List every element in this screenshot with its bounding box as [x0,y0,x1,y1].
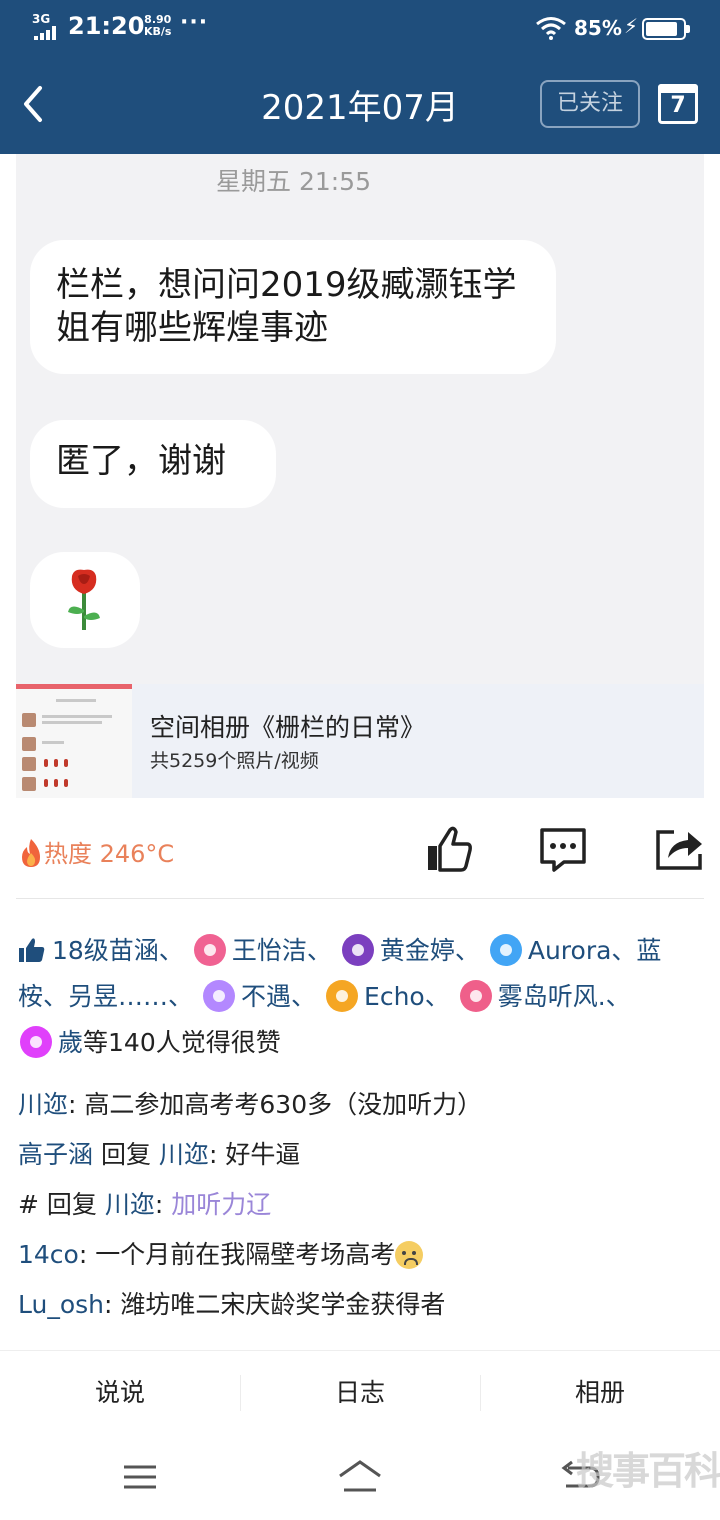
calendar-icon[interactable]: 7 [658,84,698,124]
comment-separator: : [104,1290,121,1319]
laugh-emoji-icon [395,1241,424,1269]
comment-separator: : [154,1190,172,1219]
comment-text: 潍坊唯二宋庆龄奖学金获得者 [120,1290,446,1319]
watermark-logo: 搜事百科 [576,1449,720,1493]
liker-avatar [459,980,492,1012]
chat-timestamp: 星期五 21:55 [216,167,371,196]
top-bar: 3G 21:20 8.90 KB/s ··· 85% ⚡ 2021年07月 已关… [0,0,720,154]
battery-icon [642,18,690,40]
comment-separator: : [78,1240,96,1269]
album-link-card[interactable]: 空间相册《栅栏的日常》 共5259个照片/视频 [16,684,704,798]
tab-blog[interactable]: 日志 [240,1351,480,1435]
follow-button[interactable]: 已关注 [540,80,640,128]
signal-icon [34,26,62,40]
liker-name[interactable]: 黄金婷、 [380,936,480,965]
liker-name[interactable]: 王怡洁、 [232,936,332,965]
chat-bubble-anonymous: 匿了，谢谢 [30,420,276,508]
liker-avatar [203,980,236,1012]
thumb-up-icon [19,938,45,962]
liker-avatar [341,934,374,966]
liker-name[interactable]: 不遇、 [241,982,316,1011]
share-icon[interactable] [654,824,704,874]
liker-avatar [326,980,359,1012]
clock: 21:20 [68,12,145,40]
comment-author[interactable]: 高子涵 [18,1140,93,1169]
heat-label: 热度 246°C [44,840,175,868]
comment-item[interactable]: Lu_osh: 潍坊唯二宋庆龄奖学金获得者 [18,1280,704,1330]
liker-name[interactable]: 雾岛听风.、 [498,982,631,1011]
status-bar: 3G 21:20 8.90 KB/s ··· 85% ⚡ [0,0,720,56]
wifi-icon [536,17,566,40]
like-icon[interactable] [424,824,474,874]
post-image-chat-screenshot[interactable]: 星期五 21:55 栏栏，想问问2019级臧灏钰学姐有哪些辉煌事迹 匿了，谢谢 [16,154,704,684]
liker-name[interactable]: 18级苗涵、 [52,936,184,965]
liker-avatar [193,934,226,966]
comment-separator: : [208,1140,226,1169]
comment-item[interactable]: # 回复 川迩: 加听力辽 [18,1180,704,1230]
home-icon[interactable] [336,1458,384,1494]
more-notifications-icon: ··· [180,10,209,35]
comment-icon[interactable] [538,824,588,874]
tab-album[interactable]: 相册 [480,1351,720,1435]
comment-text: 高二参加高考考630多（没加听力） [84,1090,483,1119]
chat-bubble-rose [30,552,140,648]
charging-icon: ⚡ [624,14,639,38]
bottom-tab-bar: 说说 日志 相册 [0,1350,720,1434]
comment-item[interactable]: 14co: 一个月前在我隔壁考场高考 [18,1230,704,1280]
divider [16,898,704,899]
likes-list: 18级苗涵、 王怡洁、 黄金婷、 Aurora、蓝桉、叧昱……、 不遇、 Echo、 雾岛听… [18,928,704,1066]
comment-text: 一个月前在我隔壁考场高考 [95,1240,396,1269]
rose-icon [68,569,100,630]
reply-word: 回复 [93,1140,159,1169]
album-count: 共5259个照片/视频 [150,750,319,772]
comment-author[interactable]: Lu_osh [18,1290,104,1319]
comment-author[interactable]: # [18,1190,39,1219]
comment-text: 加听力辽 [171,1190,272,1219]
liker-name[interactable]: 歲 [58,1028,83,1057]
album-thumbnail [16,684,132,798]
battery-fill [646,22,677,36]
comment-author[interactable]: 14co [18,1240,79,1269]
reply-target[interactable]: 川迩 [159,1140,209,1169]
album-title: 空间相册《栅栏的日常》 [150,713,426,742]
network-type: 3G [32,12,51,26]
reply-word: 回复 [38,1190,105,1219]
liker-name[interactable]: 叧昱……、 [68,982,193,1011]
comment-item[interactable]: 高子涵 回复 川迩: 好牛逼 [18,1130,704,1180]
liker-avatar [489,934,522,966]
comment-item[interactable]: 川迩: 高二参加高考考630多（没加听力） [18,1080,704,1130]
network-speed: 8.90 KB/s [144,14,171,38]
network-speed-unit: KB/s [144,25,172,38]
flame-icon [22,839,40,867]
calendar-day: 7 [670,93,686,118]
heat-indicator: 热度 246°C [18,834,174,869]
chat-bubble-question: 栏栏，想问问2019级臧灏钰学姐有哪些辉煌事迹 [30,240,556,374]
reply-target[interactable]: 川迩 [105,1190,155,1219]
comment-text: 好牛逼 [225,1140,301,1169]
liker-name[interactable]: Echo、 [364,982,450,1011]
comments-list: 川迩: 高二参加高考考630多（没加听力） 高子涵 回复 川迩: 好牛逼 # 回… [18,1080,704,1330]
menu-icon[interactable] [122,1464,158,1490]
likes-summary[interactable]: 等140人觉得很赞 [83,1028,281,1057]
tab-shuoshuo[interactable]: 说说 [0,1351,240,1435]
battery-percent: 85% [574,16,622,40]
comment-author[interactable]: 川迩 [18,1090,68,1119]
liker-avatar [20,1026,52,1058]
comment-separator: : [68,1090,85,1119]
